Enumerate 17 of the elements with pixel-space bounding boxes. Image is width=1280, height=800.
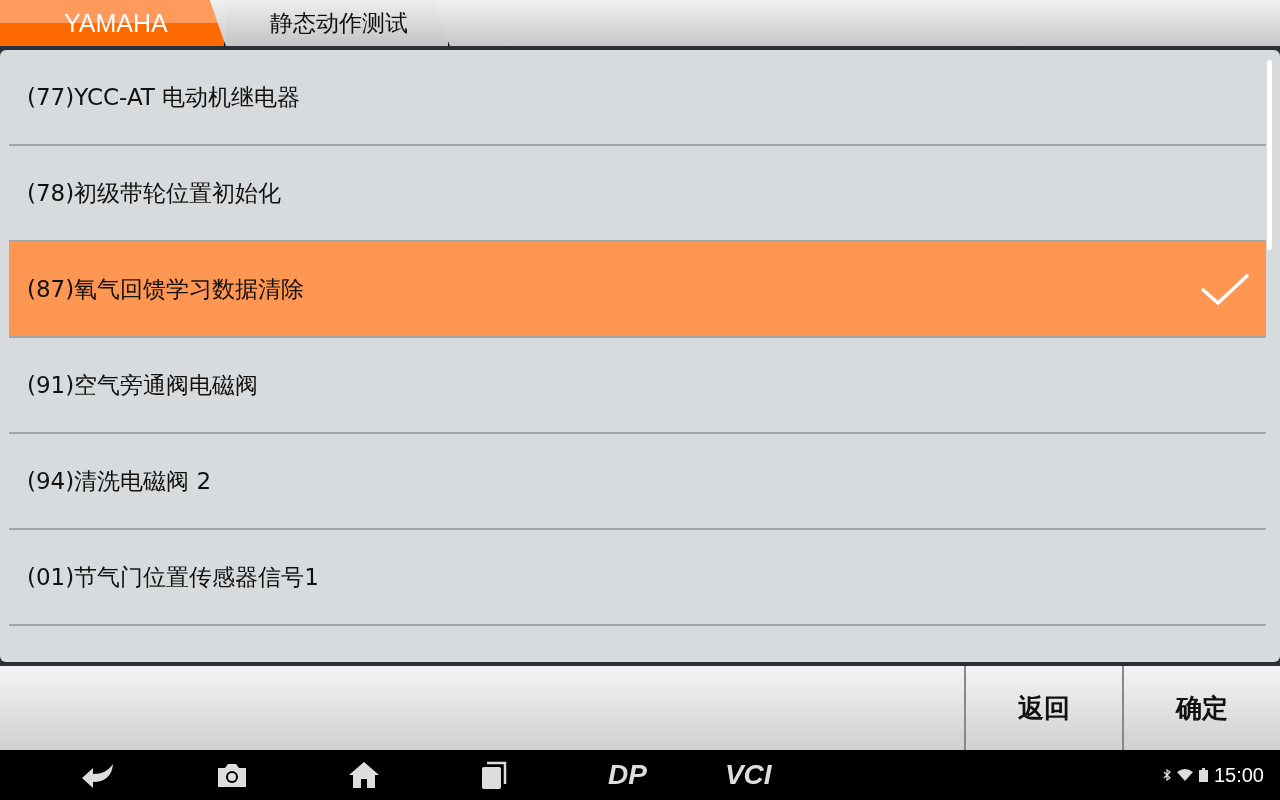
back-icon[interactable] [80, 762, 116, 788]
scrollbar[interactable] [1267, 60, 1272, 250]
list-item[interactable]: (87)氧气回馈学习数据清除 [9, 242, 1266, 338]
wifi-icon [1176, 769, 1193, 781]
camera-icon[interactable] [216, 762, 248, 788]
clock-time: 15:00 [1213, 763, 1264, 787]
home-icon[interactable] [348, 761, 380, 789]
list-item[interactable]: (77)YCC-AT 电动机继电器 [9, 50, 1266, 146]
check-icon [1200, 273, 1250, 305]
bluetooth-icon [1162, 769, 1171, 781]
nav-logo[interactable]: VCI [724, 759, 772, 791]
battery-icon [1198, 768, 1208, 782]
nav-logo[interactable]: DP [608, 759, 647, 791]
list-item[interactable]: (01)节气门位置传感器信号1 [9, 530, 1266, 626]
recents-icon[interactable] [480, 760, 508, 790]
list-item[interactable]: (94)清洗电磁阀 2 [9, 434, 1266, 530]
list-item[interactable]: (91)空气旁通阀电磁阀 [9, 338, 1266, 434]
